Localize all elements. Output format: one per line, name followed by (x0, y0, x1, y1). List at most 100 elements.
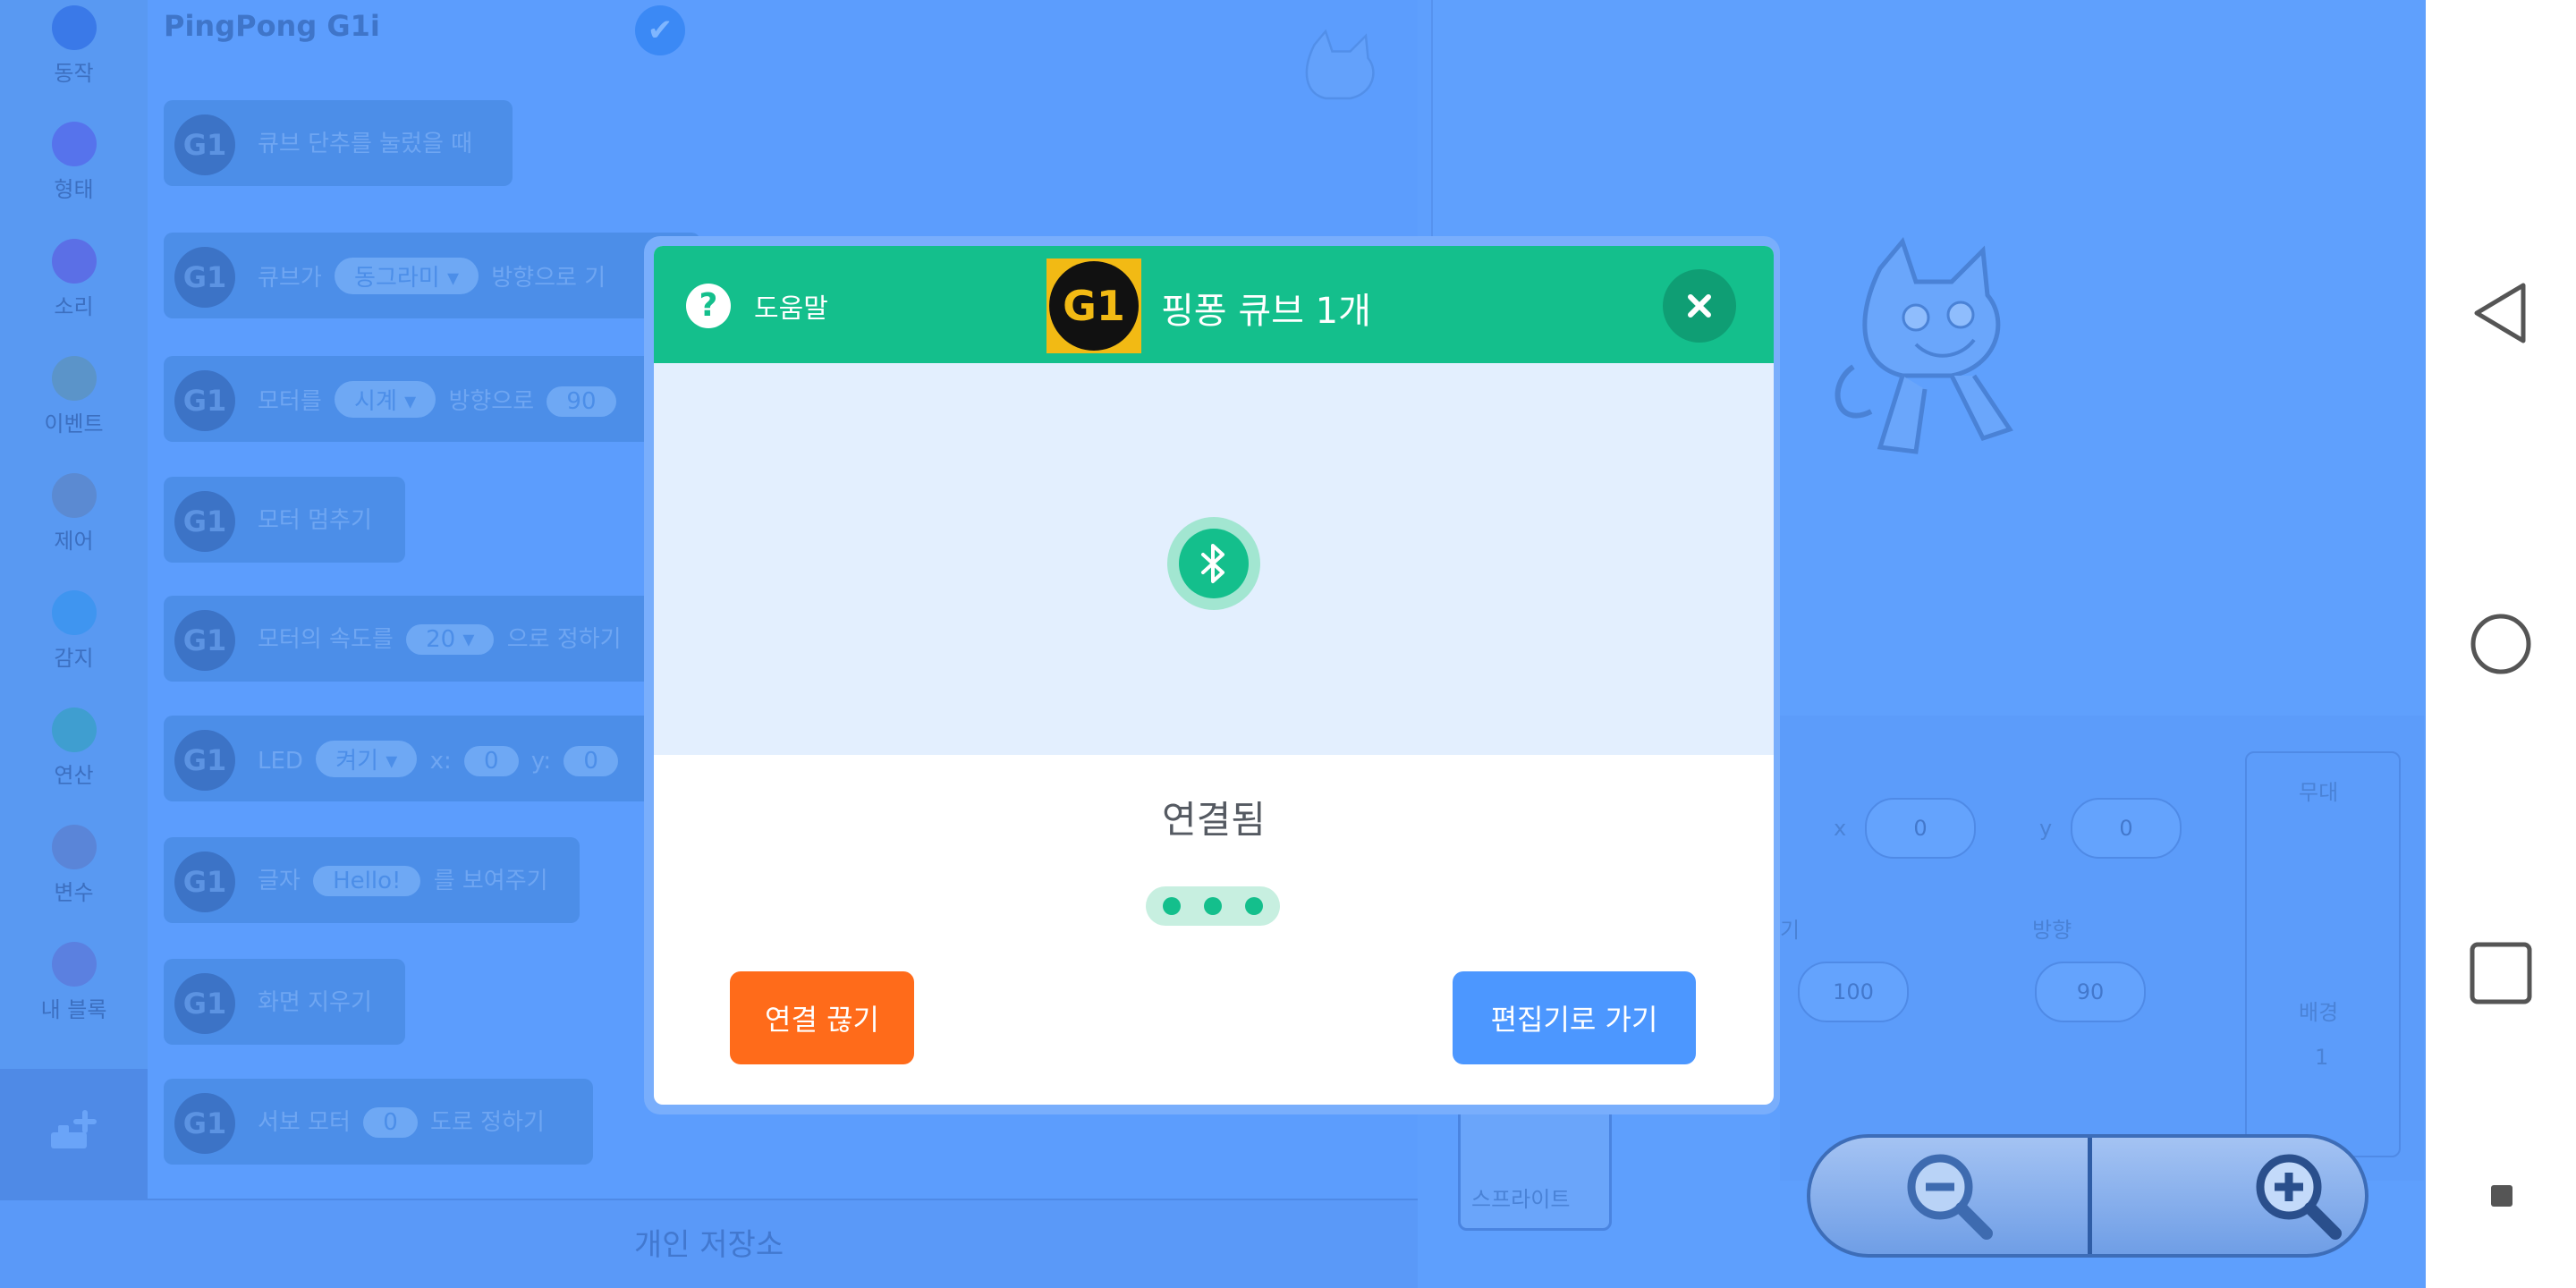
block-dropdown[interactable]: 20 ▾ (406, 624, 495, 655)
direction-label: 방향 (2032, 918, 2072, 943)
category-motion[interactable]: 동작 (0, 0, 148, 114)
g1-icon: G1 (174, 370, 235, 431)
block-text: 화면 지우기 (258, 989, 372, 1016)
stage-label: 무대 (2299, 780, 2339, 805)
nav-home-button[interactable] (2465, 608, 2537, 680)
block-button-pressed[interactable]: G1 큐브 단추를 눌렀을 때 (164, 100, 513, 186)
recents-square-icon (2470, 942, 2532, 1004)
block-text: 모터를 시계 ▾ 방향으로 90 (258, 381, 622, 418)
connected-dots-indicator (1146, 886, 1280, 926)
block-text: LED 켜기 ▾ x: 0 y: 0 (258, 741, 623, 777)
zoom-control (1807, 1134, 2368, 1258)
nav-back-button[interactable] (2465, 277, 2537, 349)
category-dot-icon (51, 590, 97, 635)
connection-status: 연결됨 (1162, 798, 1266, 842)
block-cube-tilt[interactable]: G1 큐브가 동그라미 ▾ 방향으로 기 (164, 233, 700, 318)
block-text: 모터의 속도를 20 ▾ 으로 정하기 (258, 621, 622, 655)
stage-selector[interactable]: 무대 배경 1 (2245, 751, 2401, 1157)
cat-sprite-small-icon (1305, 29, 1375, 100)
block-text: 큐브 단추를 눌렀을 때 (258, 131, 473, 157)
add-extension-icon (50, 1109, 97, 1148)
personal-storage-bar[interactable]: 개인 저장소 (0, 1199, 1418, 1288)
category-dot-icon (51, 356, 97, 401)
block-text-part: 모터의 속도를 (258, 626, 394, 653)
block-number-input[interactable]: 0 (464, 746, 519, 776)
g1-icon: G1 (174, 491, 235, 552)
go-to-editor-button[interactable]: 편집기로 가기 (1453, 971, 1696, 1064)
block-dropdown[interactable]: 시계 ▾ (335, 381, 436, 418)
category-label: 변수 (54, 880, 94, 905)
android-navigation-bar (2426, 0, 2576, 1288)
zoom-in-button[interactable] (2088, 1138, 2365, 1254)
close-icon (1688, 294, 1711, 318)
status-dot (1245, 897, 1263, 915)
category-operators[interactable]: 연산 (0, 700, 148, 817)
category-label: 제어 (54, 529, 94, 554)
category-events[interactable]: 이벤트 (0, 349, 148, 465)
sprite-name: 스프라이트 (1471, 1187, 1571, 1212)
category-sound[interactable]: 소리 (0, 232, 148, 348)
block-dropdown[interactable]: 동그라미 ▾ (335, 258, 479, 294)
connection-modal: ? 도움말 G1 핑퐁 큐브 1개 연결됨 연결 끊기 편집기로 가기 (654, 246, 1774, 1105)
zoom-in-icon (2256, 1154, 2342, 1240)
block-text: 서보 모터 0 도로 정하기 (258, 1104, 545, 1138)
nav-accessibility-square-icon[interactable] (2491, 1185, 2512, 1207)
bluetooth-status (1167, 517, 1260, 610)
help-button[interactable]: ? 도움말 (686, 284, 828, 328)
block-servo[interactable]: G1 서보 모터 0 도로 정하기 (164, 1079, 593, 1165)
category-dot-icon (51, 825, 97, 869)
block-clear-screen[interactable]: G1 화면 지우기 (164, 959, 405, 1045)
block-number-input[interactable]: 0 (363, 1107, 418, 1138)
status-dot (1163, 897, 1181, 915)
block-led[interactable]: G1 LED 켜기 ▾ x: 0 y: 0 (164, 716, 700, 801)
block-text-part: 방향으로 기 (491, 265, 606, 292)
block-text-part: 모터를 (258, 388, 322, 415)
category-looks[interactable]: 형태 (0, 114, 148, 231)
cat-sprite-icon (1835, 236, 2013, 454)
disconnect-button[interactable]: 연결 끊기 (730, 971, 914, 1064)
block-text-part: 으로 정하기 (506, 626, 622, 653)
category-label: 감지 (54, 646, 94, 671)
block-text-part: y: (530, 748, 552, 775)
help-label: 도움말 (754, 293, 828, 325)
bluetooth-icon (1179, 529, 1249, 598)
zoom-out-button[interactable] (1810, 1138, 2088, 1254)
category-dot-icon (51, 708, 97, 752)
block-dropdown[interactable]: 켜기 ▾ (316, 741, 418, 777)
category-dot-icon (51, 942, 97, 987)
block-show-text[interactable]: G1 글자 Hello! 를 보여주기 (164, 837, 580, 923)
block-number-input[interactable]: 90 (547, 386, 616, 417)
g1-icon: G1 (174, 973, 235, 1034)
category-dot-icon (51, 473, 97, 518)
block-text-input[interactable]: Hello! (313, 866, 421, 896)
x-input[interactable]: 0 (1865, 798, 1976, 859)
block-motor-speed[interactable]: G1 모터의 속도를 20 ▾ 으로 정하기 (164, 596, 700, 682)
y-label: y (2039, 816, 2053, 841)
category-control[interactable]: 제어 (0, 466, 148, 582)
sprite-thumbnail[interactable]: 스프라이트 (1458, 1100, 1612, 1231)
direction-input[interactable]: 90 (2035, 962, 2146, 1022)
x-label: x (1834, 816, 1847, 841)
block-text: 큐브가 동그라미 ▾ 방향으로 기 (258, 258, 606, 294)
size-input[interactable]: 100 (1798, 962, 1909, 1022)
add-extension-button[interactable] (0, 1069, 148, 1199)
block-motor-stop[interactable]: G1 모터 멈추기 (164, 477, 405, 563)
close-button[interactable] (1663, 269, 1736, 343)
block-text: 글자 Hello! 를 보여주기 (258, 862, 548, 896)
g1-icon: G1 (174, 730, 235, 791)
g1-logo: G1 (1046, 258, 1141, 353)
extension-title: PingPong G1i (164, 9, 380, 43)
home-circle-icon (2470, 614, 2531, 674)
back-triangle-icon (2474, 283, 2526, 343)
block-motor-rotate[interactable]: G1 모터를 시계 ▾ 방향으로 90 (164, 356, 700, 442)
block-number-input[interactable]: 0 (564, 746, 618, 776)
extension-check-icon[interactable]: ✔ (635, 5, 685, 55)
y-input[interactable]: 0 (2071, 798, 2182, 859)
category-my-blocks[interactable]: 내 블록 (0, 935, 148, 1051)
category-variables[interactable]: 변수 (0, 818, 148, 934)
category-sensing[interactable]: 감지 (0, 583, 148, 699)
category-dot-icon (51, 5, 97, 50)
nav-recents-button[interactable] (2465, 937, 2537, 1009)
g1-logo-text: G1 (1049, 261, 1139, 351)
g1-icon: G1 (174, 1093, 235, 1154)
